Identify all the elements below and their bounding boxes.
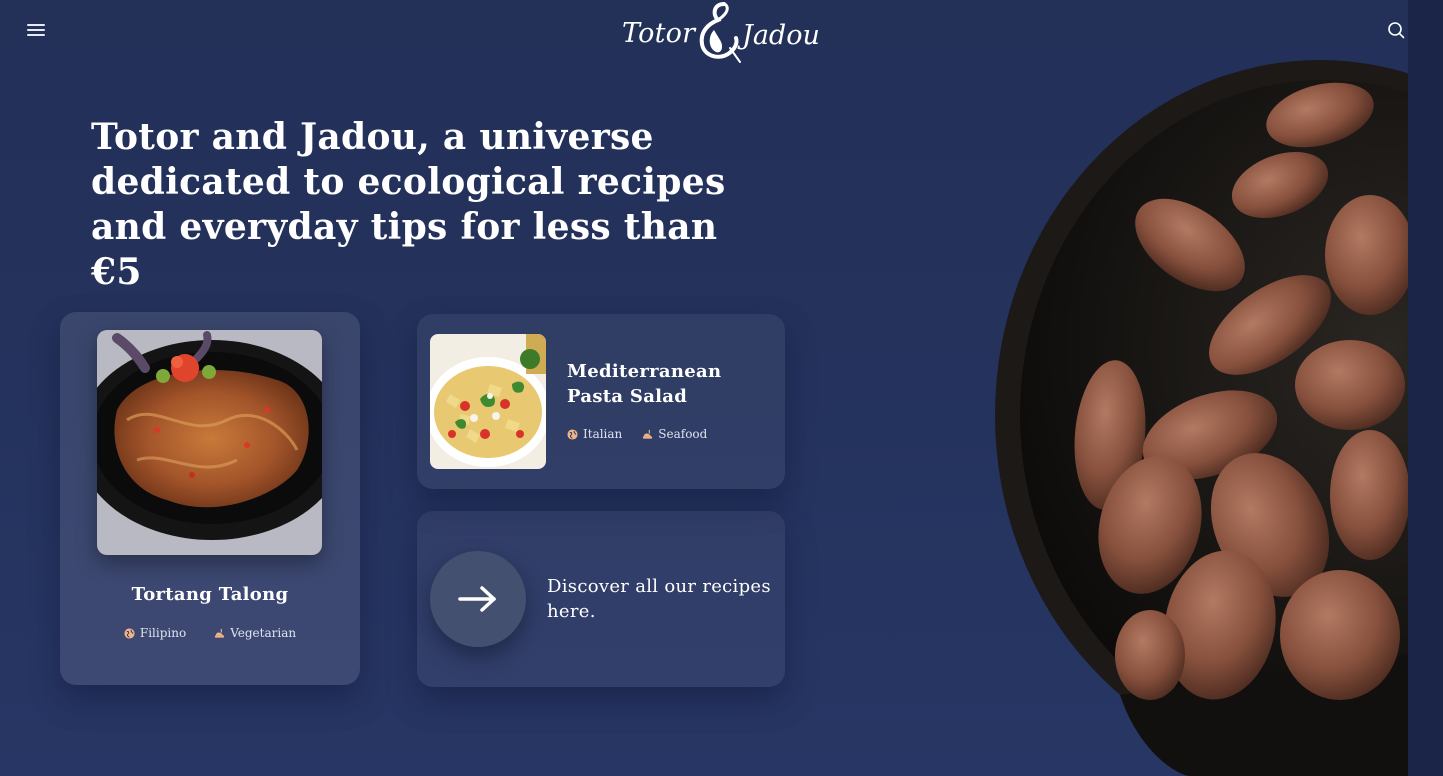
menu-line <box>27 29 45 31</box>
category-tag: Seafood <box>642 427 707 441</box>
category-label: Vegetarian <box>230 626 297 640</box>
recipe-title: Mediterranean Pasta Salad <box>567 361 722 407</box>
hero-bowl-image <box>990 55 1408 776</box>
search-button[interactable] <box>1387 21 1405 39</box>
dish-icon <box>215 628 225 638</box>
logo-text-right: Jadou <box>742 20 820 51</box>
recipe-image-pasta-salad <box>430 334 546 469</box>
search-icon <box>1388 22 1405 39</box>
cuisine-label: Italian <box>583 427 623 441</box>
arrow-right-icon <box>458 586 496 612</box>
site-logo[interactable]: Totor Jadou <box>620 0 820 70</box>
right-edge-strip <box>1408 0 1443 776</box>
logo-ampersand-icon <box>699 2 741 63</box>
cuisine-label: Filipino <box>139 626 187 640</box>
menu-line <box>27 24 45 26</box>
cuisine-tag: Italian <box>567 427 622 441</box>
recipe-title: Tortang Talong <box>131 584 289 605</box>
menu-button[interactable] <box>27 22 45 38</box>
cuisine-tag: Filipino <box>124 626 186 640</box>
category-tag: Vegetarian <box>214 626 296 640</box>
recipe-tags: Italian Seafood <box>567 427 707 441</box>
recipe-tags: Filipino Vegetarian <box>60 626 360 640</box>
hero-title: Totor and Jadou, a universe dedicated to… <box>91 116 726 293</box>
recipe-card-tortang-talong[interactable]: Tortang Talong Filipino Vegetarian <box>60 312 360 685</box>
menu-line <box>27 34 45 36</box>
discover-text: Discover all our recipes here. <box>547 576 771 622</box>
logo-text-left: Totor <box>622 18 696 49</box>
dish-icon <box>643 429 653 439</box>
discover-recipes-card[interactable]: Discover all our recipes here. <box>417 511 785 687</box>
recipe-card-mediterranean-pasta-salad[interactable]: Mediterranean Pasta Salad Italian Seafoo… <box>417 314 785 489</box>
discover-arrow-button[interactable] <box>430 551 526 647</box>
globe-icon <box>567 428 578 440</box>
globe-icon <box>124 627 135 639</box>
recipe-image-tortang-talong <box>97 330 322 555</box>
category-label: Seafood <box>658 427 708 441</box>
